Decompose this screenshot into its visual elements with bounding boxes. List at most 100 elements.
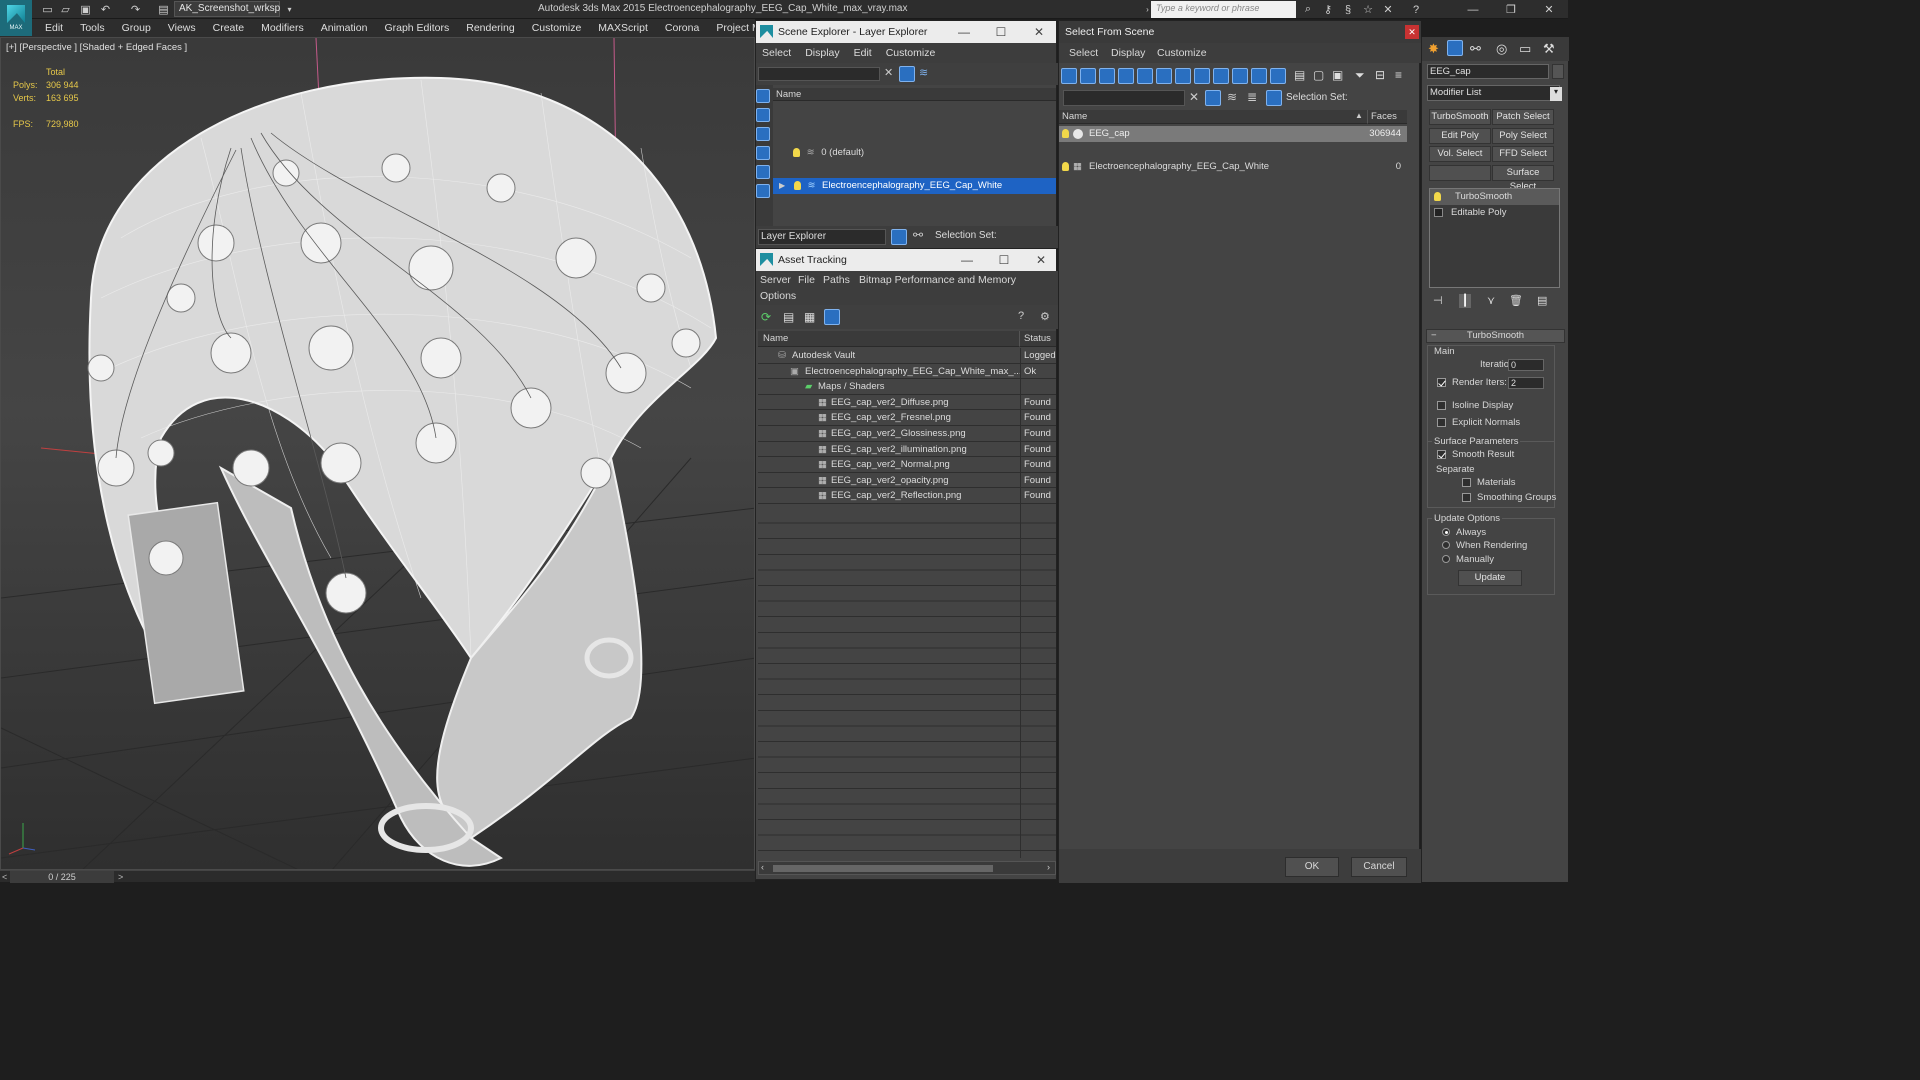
menu-create[interactable]: Create — [213, 19, 254, 37]
scroll-thumb[interactable] — [773, 865, 993, 872]
favorites-star-icon[interactable]: ☆ — [1360, 2, 1376, 17]
layer-row-selected[interactable]: ▶ ≋ Electroencephalography_EEG_Cap_White — [773, 178, 1056, 194]
ok-button[interactable]: OK — [1285, 857, 1339, 877]
menu-modifiers[interactable]: Modifiers — [261, 19, 313, 37]
dropdown-arrow-icon[interactable]: ▾ — [1550, 87, 1562, 101]
update-button[interactable]: Update — [1458, 570, 1522, 586]
manually-row[interactable]: Manually — [1442, 554, 1494, 565]
app-logo[interactable]: MAX — [0, 0, 32, 36]
object-color-swatch[interactable] — [1552, 64, 1564, 79]
hierarchy-icon[interactable]: ⚯ — [913, 228, 923, 242]
asset-row[interactable]: ▣ Electroencephalography_EEG_Cap_White_ma… — [758, 364, 1056, 380]
display-helpers-icon[interactable] — [756, 184, 770, 198]
turbosmooth-rollout-header[interactable]: − TurboSmooth — [1426, 329, 1565, 343]
smoothing-groups-checkbox[interactable] — [1462, 492, 1471, 502]
object-row-selected[interactable]: EEG_cap 306944 — [1059, 126, 1407, 142]
smoothing-groups-row[interactable]: Smoothing Groups — [1462, 492, 1556, 503]
menu-animation[interactable]: Animation — [321, 19, 377, 37]
menu-paths[interactable]: Paths — [823, 274, 850, 286]
column-faces-header[interactable]: Faces — [1367, 110, 1407, 124]
asset-row[interactable]: ▦ EEG_cap_ver2_Reflection.png Found — [758, 488, 1056, 504]
object-row[interactable]: ▦ Electroencephalography_EEG_Cap_White 0 — [1059, 159, 1407, 175]
menu-corona[interactable]: Corona — [665, 19, 708, 37]
asset-row[interactable]: ▦ EEG_cap_ver2_Fresnel.png Found — [758, 410, 1056, 426]
menu-bitmap-performance[interactable]: Bitmap Performance and Memory — [859, 274, 1016, 286]
perspective-viewport[interactable]: [+] [Perspective ] [Shaded + Edged Faces… — [0, 37, 755, 870]
utilities-tab-icon[interactable]: ⚒ — [1543, 41, 1555, 57]
display-shapes-icon[interactable] — [756, 127, 770, 141]
help-icon[interactable]: ? — [1018, 310, 1024, 322]
undo-icon[interactable]: ↶ — [98, 2, 113, 16]
save-icon[interactable]: ▣ — [78, 2, 93, 16]
redo-icon[interactable]: ↷ — [128, 2, 143, 16]
smooth-result-row[interactable]: Smooth Result — [1437, 449, 1514, 460]
when-rendering-row[interactable]: When Rendering — [1442, 540, 1527, 551]
close-button[interactable]: ✕ — [1026, 249, 1056, 271]
filter-xrefs-icon[interactable] — [1194, 68, 1210, 84]
menu-customize[interactable]: Customize — [886, 47, 936, 59]
menu-maxscript[interactable]: MAXScript — [598, 19, 657, 37]
asset-row[interactable]: ▦ EEG_cap_ver2_Normal.png Found — [758, 457, 1056, 473]
render-iters-checkbox[interactable] — [1437, 377, 1446, 387]
object-name-field[interactable]: EEG_cap — [1427, 64, 1549, 79]
close-button[interactable]: ✕ — [1024, 21, 1054, 43]
asset-row[interactable]: ▰ Maps / Shaders — [758, 379, 1056, 395]
filter-funnel-icon[interactable]: ⏷ — [1355, 68, 1365, 83]
find-input[interactable] — [1063, 90, 1185, 106]
filter-helpers-icon[interactable] — [1137, 68, 1153, 84]
always-radio[interactable] — [1442, 528, 1450, 537]
display-objects-icon[interactable] — [756, 89, 770, 103]
menu-display[interactable]: Display — [1111, 47, 1145, 59]
layer-explorer-icon[interactable] — [891, 229, 907, 245]
isoline-display-row[interactable]: Isoline Display — [1437, 400, 1513, 411]
patch-select-button[interactable]: Patch Select — [1492, 109, 1554, 125]
new-file-icon[interactable]: ▭ — [40, 2, 55, 16]
show-end-result-icon[interactable]: ┃ — [1459, 294, 1471, 308]
project-folder-icon[interactable]: ▤ — [156, 2, 171, 16]
filter-shapes-icon[interactable] — [1080, 68, 1096, 84]
explicit-normals-checkbox[interactable] — [1437, 417, 1446, 427]
filter-icon[interactable] — [1205, 90, 1221, 106]
layers-icon[interactable]: ≋ — [1227, 90, 1237, 104]
when-rendering-radio[interactable] — [1442, 541, 1450, 550]
stack-item-turbosmooth[interactable]: TurboSmooth — [1430, 189, 1559, 205]
options-icon[interactable]: ≡ — [1395, 68, 1402, 82]
surface-select-button[interactable]: Surface Select — [1492, 165, 1554, 192]
cancel-button[interactable]: Cancel — [1351, 857, 1407, 877]
binoculars-icon[interactable]: ⌕ — [1300, 2, 1316, 17]
light-bulb-icon[interactable] — [1062, 129, 1069, 138]
column-name-header[interactable]: Name — [758, 331, 1020, 347]
column-name-header[interactable]: Name — [1059, 110, 1369, 124]
filter-groups-icon[interactable] — [1175, 68, 1191, 84]
subscription-icon[interactable]: § — [1340, 2, 1356, 17]
collapse-box-icon[interactable] — [1434, 207, 1443, 217]
find-input[interactable] — [758, 67, 880, 81]
exchange-icon[interactable]: ✕ — [1380, 2, 1396, 17]
menu-graph-editors[interactable]: Graph Editors — [384, 19, 458, 37]
menu-rendering[interactable]: Rendering — [466, 19, 523, 37]
filter-icon[interactable] — [899, 66, 915, 82]
asset-row[interactable]: ▦ EEG_cap_ver2_Diffuse.png Found — [758, 395, 1056, 411]
filter-geometry-icon[interactable] — [1061, 68, 1077, 84]
filter-spacewarps-icon[interactable] — [1156, 68, 1172, 84]
make-unique-icon[interactable]: ⋎ — [1487, 294, 1495, 307]
menu-group[interactable]: Group — [122, 19, 160, 37]
select-invert-icon[interactable]: ▣ — [1332, 68, 1343, 82]
light-bulb-icon[interactable] — [793, 180, 801, 190]
clear-search-icon[interactable]: ✕ — [884, 66, 893, 79]
search-input[interactable]: Type a keyword or phrase — [1151, 1, 1296, 18]
configure-sets-icon[interactable]: ▤ — [1537, 294, 1547, 307]
light-bulb-icon[interactable] — [1062, 162, 1069, 171]
menu-server[interactable]: Server — [760, 274, 791, 286]
light-bulb-icon[interactable] — [793, 147, 800, 157]
menu-file[interactable]: File — [798, 274, 815, 286]
horizontal-scrollbar[interactable]: ‹ › — [758, 861, 1056, 875]
isoline-display-checkbox[interactable] — [1437, 400, 1446, 410]
key-icon[interactable]: ⚷ — [1320, 2, 1336, 17]
vol-select-button[interactable]: Vol. Select — [1429, 146, 1491, 162]
menu-select[interactable]: Select — [1069, 47, 1098, 59]
menu-views[interactable]: Views — [168, 19, 205, 37]
maximize-button[interactable]: ☐ — [986, 21, 1016, 43]
poly-select-button[interactable]: Poly Select — [1492, 128, 1554, 144]
asset-row[interactable]: ⛁ Autodesk Vault Logged — [758, 348, 1056, 364]
